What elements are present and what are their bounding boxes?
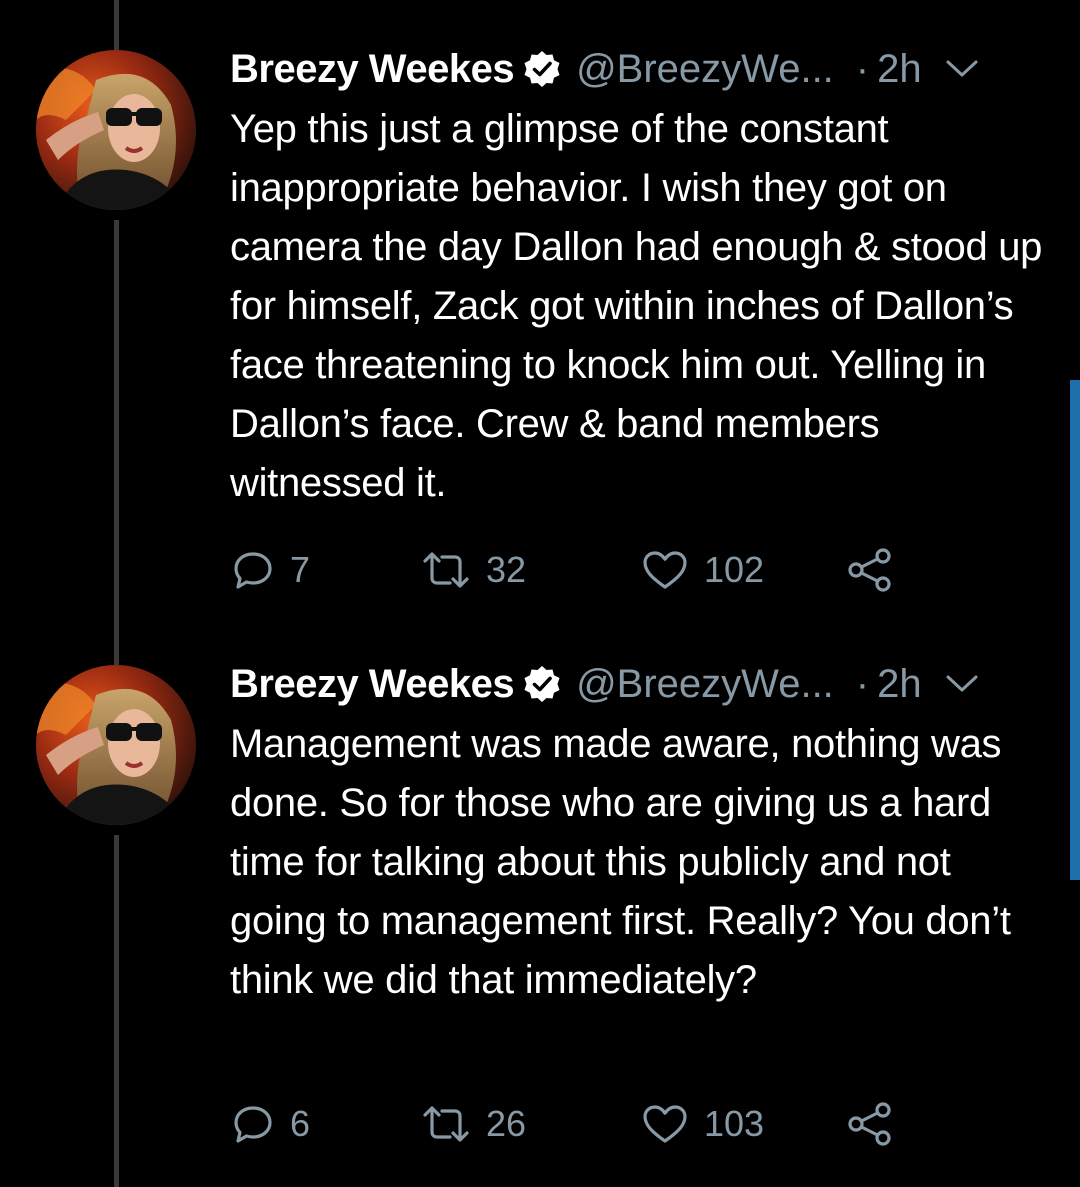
tweet-text: Management was made aware, nothing was d… (230, 722, 1011, 1002)
share-icon (848, 548, 891, 592)
tweet-actions: 6 26 103 (230, 1100, 895, 1148)
display-name[interactable]: Breezy Weekes (230, 659, 515, 709)
tweet-actions: 7 32 102 (230, 546, 895, 594)
retweet-button[interactable]: 26 (420, 1101, 640, 1147)
tweet-header: Breezy Weekes @BreezyWe... · 2h (230, 659, 980, 709)
like-count: 103 (704, 1103, 765, 1144)
retweet-count: 26 (486, 1103, 527, 1144)
share-button[interactable] (845, 547, 895, 593)
chevron-down-icon[interactable] (944, 57, 980, 81)
reply-count: 6 (290, 1103, 311, 1144)
like-count: 102 (704, 549, 765, 590)
retweet-icon (423, 552, 469, 588)
verified-badge-icon (522, 664, 562, 704)
separator-dot: · (855, 662, 870, 706)
tweet[interactable]: Breezy Weekes @BreezyWe... · 2h Manageme… (0, 615, 1080, 1187)
heart-icon (643, 1105, 687, 1143)
heart-icon (643, 551, 687, 589)
timestamp[interactable]: 2h (877, 659, 922, 709)
like-button[interactable]: 103 (640, 1101, 845, 1147)
chevron-down-icon[interactable] (944, 672, 980, 696)
avatar[interactable] (36, 50, 196, 210)
user-handle[interactable]: @BreezyWe... (576, 659, 834, 709)
reply-icon (234, 1106, 272, 1143)
display-name[interactable]: Breezy Weekes (230, 44, 515, 94)
reply-count: 7 (290, 549, 311, 590)
separator-dot: · (855, 47, 870, 91)
tweet-header: Breezy Weekes @BreezyWe... · 2h (230, 44, 980, 94)
tweet[interactable]: Breezy Weekes @BreezyWe... · 2h Yep this… (0, 0, 1080, 615)
avatar[interactable] (36, 665, 196, 825)
reply-icon (234, 552, 272, 589)
user-handle[interactable]: @BreezyWe... (576, 44, 834, 94)
reply-button[interactable]: 7 (230, 547, 420, 593)
retweet-icon (423, 1106, 469, 1142)
retweet-button[interactable]: 32 (420, 547, 640, 593)
verified-badge-icon (522, 49, 562, 89)
timestamp[interactable]: 2h (877, 44, 922, 94)
retweet-count: 32 (486, 549, 527, 590)
reply-button[interactable]: 6 (230, 1101, 420, 1147)
tweet-text: Yep this just a glimpse of the constant … (230, 107, 1043, 505)
like-button[interactable]: 102 (640, 547, 845, 593)
share-icon (848, 1102, 891, 1146)
share-button[interactable] (845, 1101, 895, 1147)
